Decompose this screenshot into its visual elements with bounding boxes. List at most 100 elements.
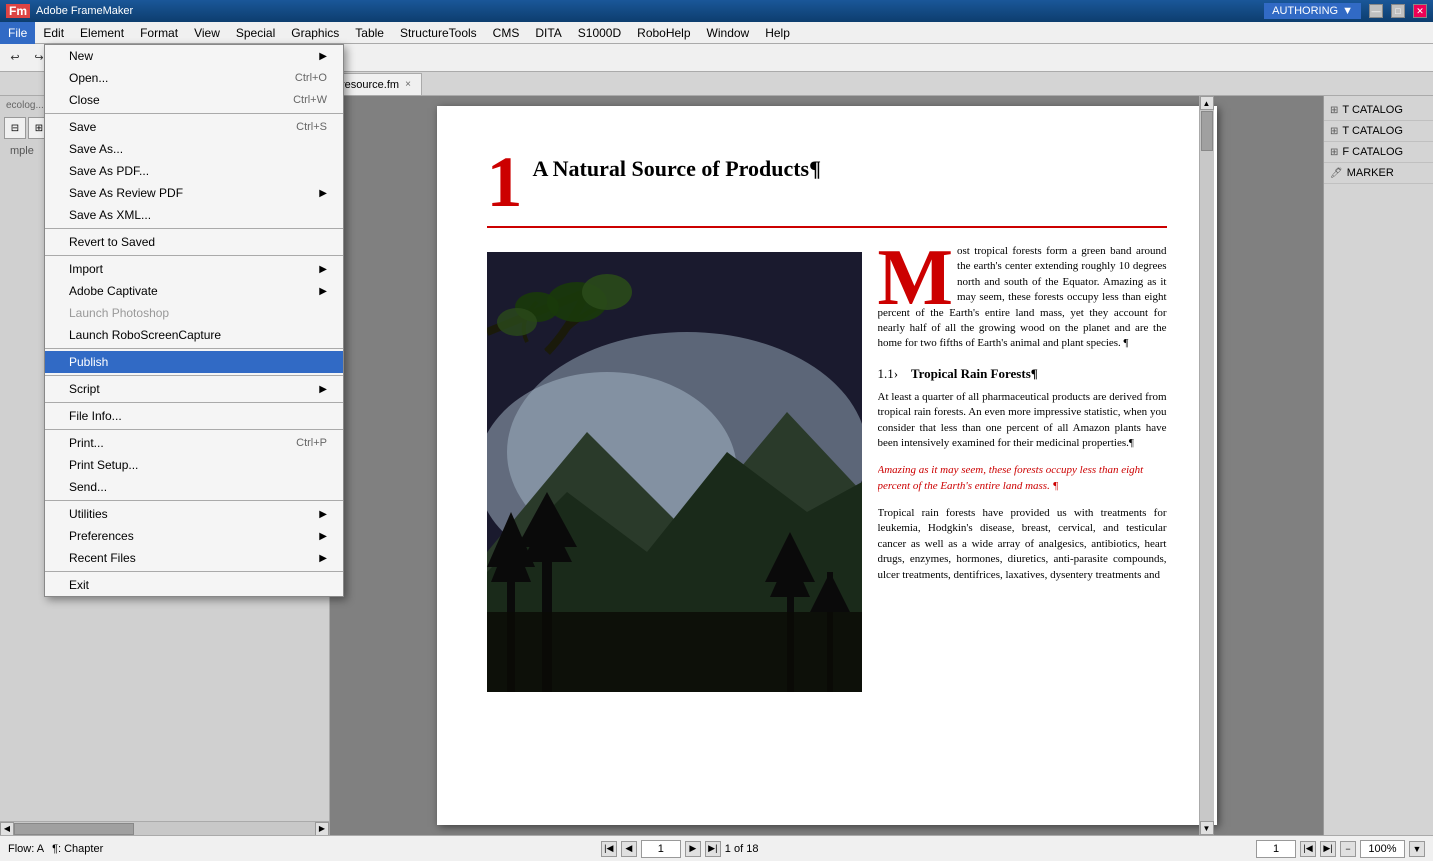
menu-item-launch-photoshop: Launch Photoshop bbox=[45, 302, 343, 324]
zoom-dropdown-btn[interactable]: ▼ bbox=[1409, 841, 1425, 857]
menu-item-launch-robo[interactable]: Launch RoboScreenCapture bbox=[45, 324, 343, 346]
catalog-item-t1[interactable]: ⊞ T CATALOG bbox=[1324, 100, 1433, 121]
authoring-badge: AUTHORING ▼ bbox=[1264, 3, 1361, 19]
menu-item-adobe-captivate[interactable]: Adobe Captivate ▶ bbox=[45, 280, 343, 302]
highlighted-text: Amazing as it may seem, these forests oc… bbox=[878, 463, 1167, 494]
doc-scroll-up[interactable]: ▲ bbox=[1200, 96, 1214, 110]
catalog-item-t2[interactable]: ⊞ T CATALOG bbox=[1324, 121, 1433, 142]
menu-item-exit[interactable]: Exit bbox=[45, 574, 343, 596]
menu-view[interactable]: View bbox=[186, 22, 228, 44]
menu-format[interactable]: Format bbox=[132, 22, 186, 44]
menu-item-save-as-pdf[interactable]: Save As PDF... bbox=[45, 160, 343, 182]
text-content: M ost tropical forests form a green band… bbox=[878, 244, 1167, 595]
first-page-btn[interactable]: |◀ bbox=[601, 841, 617, 857]
menu-item-close-label: Close bbox=[69, 93, 100, 107]
menu-item-save[interactable]: Save Ctrl+S bbox=[45, 116, 343, 138]
menu-edit[interactable]: Edit bbox=[35, 22, 72, 44]
toolbar-btn-1[interactable]: ↩ bbox=[4, 47, 26, 69]
menu-item-save-as-xml[interactable]: Save As XML... bbox=[45, 204, 343, 226]
zoom-nav-left[interactable]: |◀ bbox=[1300, 841, 1316, 857]
menu-item-save-as-review-pdf-label: Save As Review PDF bbox=[69, 186, 183, 200]
menu-item-revert[interactable]: Revert to Saved bbox=[45, 231, 343, 253]
menu-item-new[interactable]: New ▶ bbox=[45, 45, 343, 67]
menu-item-utilities-arrow: ▶ bbox=[319, 509, 327, 520]
zoom-nav-right[interactable]: ▶| bbox=[1320, 841, 1336, 857]
catalog-item-f[interactable]: ⊞ F CATALOG bbox=[1324, 142, 1433, 163]
close-button[interactable]: ✕ bbox=[1413, 4, 1427, 18]
scroll-thumb-h[interactable] bbox=[14, 823, 134, 835]
menu-item-save-as-label: Save As... bbox=[69, 142, 123, 156]
menu-item-new-arrow: ▶ bbox=[319, 51, 327, 62]
chapter-number: 1 bbox=[487, 146, 523, 218]
right-panel: ⊞ T CATALOG ⊞ T CATALOG ⊞ F CATALOG 🖊 MA… bbox=[1323, 96, 1433, 835]
page-input[interactable] bbox=[641, 840, 681, 858]
last-page-btn[interactable]: ▶| bbox=[705, 841, 721, 857]
menu-element[interactable]: Element bbox=[72, 22, 132, 44]
menu-item-utilities[interactable]: Utilities ▶ bbox=[45, 503, 343, 525]
sep-8 bbox=[45, 500, 343, 501]
page-input-2[interactable] bbox=[1256, 840, 1296, 858]
app-logo: Fm bbox=[6, 4, 30, 18]
menu-item-print-label: Print... bbox=[69, 436, 104, 450]
menu-s1000d[interactable]: S1000D bbox=[570, 22, 629, 44]
tab-close-icon[interactable]: × bbox=[405, 79, 411, 90]
zoom-input[interactable] bbox=[1360, 840, 1405, 858]
menu-cms[interactable]: CMS bbox=[485, 22, 528, 44]
doc-scroll-track bbox=[1200, 110, 1214, 821]
flow-label: Flow: A bbox=[8, 843, 44, 855]
menu-item-import[interactable]: Import ▶ bbox=[45, 258, 343, 280]
menu-structuretools[interactable]: StructureTools bbox=[392, 22, 485, 44]
scroll-right-btn[interactable]: ▶ bbox=[315, 822, 329, 836]
menu-robohelp[interactable]: RoboHelp bbox=[629, 22, 698, 44]
chapter-header: 1 A Natural Source of Products¶ bbox=[487, 146, 1167, 228]
menu-item-launch-photoshop-label: Launch Photoshop bbox=[69, 306, 169, 320]
para-label: ¶: Chapter bbox=[52, 843, 103, 855]
zoom-minus-btn[interactable]: − bbox=[1340, 841, 1356, 857]
menu-window[interactable]: Window bbox=[699, 22, 758, 44]
doc-scroll-down[interactable]: ▼ bbox=[1200, 821, 1214, 835]
scroll-track-h bbox=[14, 822, 315, 836]
menu-item-close[interactable]: Close Ctrl+W bbox=[45, 89, 343, 111]
maximize-button[interactable]: □ bbox=[1391, 4, 1405, 18]
first-paragraph: M ost tropical forests form a green band… bbox=[878, 244, 1167, 352]
menu-file[interactable]: File bbox=[0, 22, 35, 44]
menu-item-recent-files[interactable]: Recent Files ▶ bbox=[45, 547, 343, 569]
body-content: M ost tropical forests form a green band… bbox=[487, 244, 1167, 695]
menu-item-exit-label: Exit bbox=[69, 578, 89, 592]
menu-item-save-as[interactable]: Save As... bbox=[45, 138, 343, 160]
menu-special[interactable]: Special bbox=[228, 22, 283, 44]
scroll-left-btn[interactable]: ◀ bbox=[0, 822, 14, 836]
menu-item-save-as-xml-label: Save As XML... bbox=[69, 208, 151, 222]
menu-item-save-as-review-pdf[interactable]: Save As Review PDF ▶ bbox=[45, 182, 343, 204]
title-bar-left: Fm Adobe FrameMaker bbox=[6, 4, 133, 18]
menu-item-close-shortcut: Ctrl+W bbox=[293, 94, 327, 106]
menu-item-open[interactable]: Open... Ctrl+O bbox=[45, 67, 343, 89]
menu-graphics[interactable]: Graphics bbox=[283, 22, 347, 44]
window-title: Adobe FrameMaker bbox=[36, 5, 133, 17]
menu-table[interactable]: Table bbox=[347, 22, 392, 44]
menu-dita[interactable]: DITA bbox=[527, 22, 569, 44]
menu-item-script[interactable]: Script ▶ bbox=[45, 378, 343, 400]
tool-btn-1[interactable]: ⊟ bbox=[4, 117, 26, 139]
menu-item-print-setup[interactable]: Print Setup... bbox=[45, 454, 343, 476]
catalog-item-marker[interactable]: 🖊 MARKER bbox=[1324, 163, 1433, 184]
sep-5 bbox=[45, 375, 343, 376]
menu-item-script-label: Script bbox=[69, 382, 100, 396]
doc-scroll-thumb[interactable] bbox=[1201, 111, 1213, 151]
menu-item-file-info[interactable]: File Info... bbox=[45, 405, 343, 427]
catalog-icon-f: ⊞ bbox=[1330, 147, 1338, 158]
minimize-button[interactable]: — bbox=[1369, 4, 1383, 18]
title-bar-right: AUTHORING ▼ — □ ✕ bbox=[1264, 3, 1427, 19]
horizontal-scrollbar[interactable]: ◀ ▶ bbox=[0, 821, 329, 835]
sep-9 bbox=[45, 571, 343, 572]
next-page-btn[interactable]: ▶ bbox=[685, 841, 701, 857]
menu-item-publish[interactable]: Publish bbox=[45, 351, 343, 373]
menu-item-preferences[interactable]: Preferences ▶ bbox=[45, 525, 343, 547]
menu-item-send[interactable]: Send... bbox=[45, 476, 343, 498]
menu-help[interactable]: Help bbox=[757, 22, 798, 44]
prev-page-btn[interactable]: ◀ bbox=[621, 841, 637, 857]
menu-item-print[interactable]: Print... Ctrl+P bbox=[45, 432, 343, 454]
sep-7 bbox=[45, 429, 343, 430]
catalog-label-t2: T CATALOG bbox=[1342, 125, 1403, 137]
menu-item-import-label: Import bbox=[69, 262, 103, 276]
